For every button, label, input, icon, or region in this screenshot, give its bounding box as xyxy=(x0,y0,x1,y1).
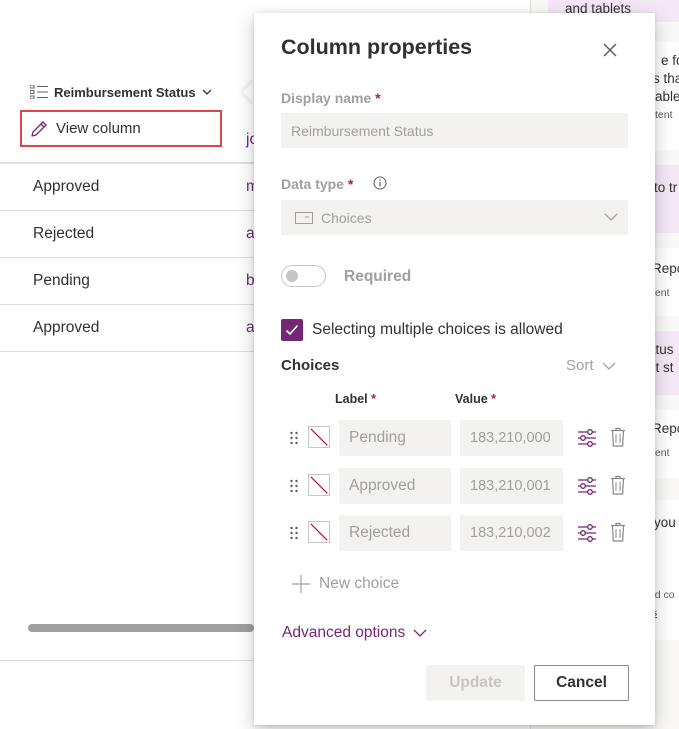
divider xyxy=(0,660,254,661)
pencil-icon xyxy=(31,120,47,137)
choice-row: Pending 183,210,000 xyxy=(254,420,655,456)
view-column-label: View column xyxy=(56,120,141,137)
status-cell: Pending xyxy=(33,272,90,289)
panel-card-text: s tha xyxy=(653,71,679,86)
horizontal-scrollbar[interactable] xyxy=(28,624,254,632)
panel-card-text: ablet xyxy=(655,89,679,104)
new-choice-button: New choice xyxy=(291,574,399,594)
status-cell: Rejected xyxy=(33,225,95,242)
table-row[interactable]: Approved a xyxy=(0,304,255,351)
required-label: Required xyxy=(344,268,412,285)
drag-handle-icon[interactable] xyxy=(289,526,299,540)
data-type-dropdown: Choices xyxy=(281,200,628,235)
table-row[interactable]: Pending b xyxy=(0,257,255,304)
close-icon[interactable] xyxy=(601,41,619,59)
drag-handle-icon[interactable] xyxy=(289,479,299,493)
column-header-label: Reimbursement Status xyxy=(54,84,196,100)
choice-value-input: 183,210,000 xyxy=(460,420,563,456)
column-header[interactable]: Reimbursement Status xyxy=(30,80,212,104)
panel-card-text: Repo xyxy=(652,261,679,276)
chevron-down-icon xyxy=(202,89,212,95)
panel-card-text: Repo xyxy=(652,421,679,436)
choice-value-input: 183,210,002 xyxy=(460,515,563,551)
choice-label-input: Approved xyxy=(339,468,451,504)
settings-icon[interactable] xyxy=(577,428,597,448)
panel-card-subtext: tent xyxy=(652,447,670,459)
color-swatch-icon[interactable] xyxy=(308,474,330,496)
choice-row: Rejected 183,210,002 xyxy=(254,515,655,551)
trash-icon xyxy=(611,522,625,542)
list-icon xyxy=(30,85,48,99)
update-button: Update xyxy=(426,665,525,701)
view-column-menu-item[interactable]: View column xyxy=(20,110,222,147)
advanced-options-toggle[interactable]: Advanced options xyxy=(282,624,427,642)
cancel-button[interactable]: Cancel xyxy=(534,665,629,701)
row-divider xyxy=(0,351,254,352)
info-icon[interactable] xyxy=(373,176,387,190)
color-swatch-icon[interactable] xyxy=(308,521,330,543)
chevron-down-icon xyxy=(604,213,618,221)
data-type-value: Choices xyxy=(321,209,372,226)
sort-label: Sort xyxy=(566,357,594,374)
choice-value-input: 183,210,001 xyxy=(460,468,563,504)
choice-label-input: Rejected xyxy=(339,515,451,551)
panel-card-text: e for xyxy=(661,53,679,68)
panel-card-text: to tr xyxy=(654,180,678,195)
trash-icon xyxy=(611,475,625,495)
multi-select-label[interactable]: Selecting multiple choices is allowed xyxy=(312,321,563,339)
panel-card-subtext: tent xyxy=(652,287,670,299)
value-column-header: Value * xyxy=(455,392,496,406)
checkmark-icon xyxy=(285,324,299,336)
multi-select-checkbox[interactable] xyxy=(281,319,303,341)
advanced-options-label: Advanced options xyxy=(282,624,406,641)
required-marker: * xyxy=(491,392,497,406)
label-column-header: Label * xyxy=(335,392,376,406)
required-toggle xyxy=(281,265,326,287)
dialog-title: Column properties xyxy=(281,35,473,59)
display-name-label: Display name * xyxy=(281,90,381,106)
chevron-down-icon xyxy=(413,629,427,637)
column-properties-dialog: Column properties Display name * Reimbur… xyxy=(254,13,655,725)
choice-label-input: Pending xyxy=(339,420,451,456)
required-marker: * xyxy=(375,90,381,106)
color-swatch-icon[interactable] xyxy=(308,426,330,448)
drag-handle-icon[interactable] xyxy=(289,431,299,445)
status-cell: Approved xyxy=(33,319,100,336)
value-header-text: Value xyxy=(455,392,488,406)
trash-icon xyxy=(611,427,625,447)
table-row[interactable]: Rejected a xyxy=(0,210,255,257)
data-type-label-text: Data type xyxy=(281,176,345,192)
display-name-label-text: Display name xyxy=(281,90,372,106)
required-marker: * xyxy=(371,392,377,406)
choices-heading: Choices xyxy=(281,357,340,374)
data-type-label: Data type * xyxy=(281,176,353,192)
choice-row: Approved 183,210,001 xyxy=(254,468,655,504)
choices-icon xyxy=(295,211,313,224)
plus-icon xyxy=(292,575,310,593)
panel-card-subtext: tent xyxy=(655,109,673,121)
table-row[interactable]: Approved m xyxy=(0,163,259,210)
display-name-value: Reimbursement Status xyxy=(291,122,434,139)
required-marker: * xyxy=(347,176,354,192)
chevron-down-icon xyxy=(602,362,615,370)
status-cell: Approved xyxy=(33,178,100,195)
display-name-field: Reimbursement Status xyxy=(281,113,628,148)
sort-button: Sort xyxy=(566,357,616,374)
new-choice-label: New choice xyxy=(319,575,400,592)
panel-card-text: you xyxy=(654,515,676,530)
label-header-text: Label xyxy=(335,392,368,406)
settings-icon[interactable] xyxy=(577,523,597,543)
settings-icon[interactable] xyxy=(577,476,597,496)
toggle-knob xyxy=(286,270,298,282)
